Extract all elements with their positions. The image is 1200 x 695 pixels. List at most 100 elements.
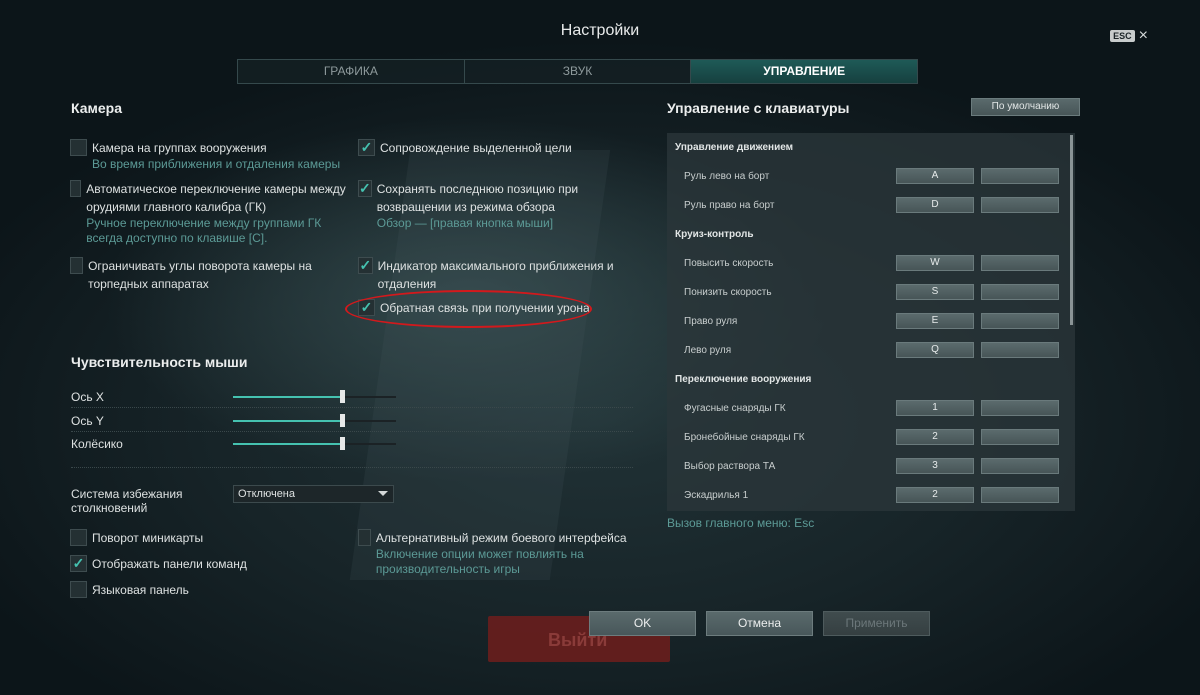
- checkbox-checked[interactable]: [358, 180, 372, 197]
- primary-key-button[interactable]: 1: [896, 400, 974, 416]
- slider-axis-y[interactable]: [233, 414, 396, 427]
- category-label: Переключение вооружения: [675, 374, 812, 385]
- misc-option: Альтернативный режим боевого интерфейса …: [358, 529, 633, 577]
- primary-key-button[interactable]: D: [896, 197, 974, 213]
- slider-fill: [233, 396, 343, 398]
- primary-key-button[interactable]: E: [896, 313, 974, 329]
- option-label: Автоматическое переключение камеры между…: [86, 182, 346, 214]
- camera-option: Ограничивать углы поворота камеры на тор…: [70, 257, 345, 293]
- camera-option: Индикатор максимального приближения и от…: [358, 257, 628, 293]
- binding-row: Понизить скорость S: [667, 278, 1067, 307]
- secondary-key-button[interactable]: [981, 313, 1059, 329]
- checkbox-checked[interactable]: [358, 257, 373, 274]
- tab-controls[interactable]: УПРАВЛЕНИЕ: [691, 60, 918, 83]
- camera-option: Сопровождение выделенной цели: [358, 139, 628, 157]
- secondary-key-button[interactable]: [981, 197, 1059, 213]
- binding-category: Управление движением: [667, 133, 1067, 162]
- binding-row: Выбор раствора ТА 3: [667, 452, 1067, 481]
- checkbox-checked[interactable]: [70, 555, 87, 572]
- slider-row: Ось X: [71, 390, 396, 404]
- secondary-key-button[interactable]: [981, 284, 1059, 300]
- misc-option: Поворот миникарты: [70, 529, 203, 547]
- binding-row: Руль лево на борт A: [667, 162, 1067, 191]
- esc-key-badge: ESC: [1110, 30, 1135, 42]
- secondary-key-button[interactable]: [981, 458, 1059, 474]
- primary-key-button[interactable]: S: [896, 284, 974, 300]
- slider-label: Ось Y: [71, 414, 104, 428]
- option-hint: Обзор — [правая кнопка мыши]: [376, 216, 554, 230]
- mouse-heading: Чувствительность мыши: [71, 354, 248, 370]
- close-control[interactable]: ESC ×: [1110, 28, 1148, 44]
- slider-thumb[interactable]: [340, 414, 346, 427]
- collision-dropdown[interactable]: Отключена: [233, 485, 394, 503]
- divider: [71, 431, 633, 432]
- option-label: Ограничивать углы поворота камеры на тор…: [88, 259, 312, 291]
- binding-row: Эскадрилья 12: [667, 481, 1067, 510]
- dropdown-value: Отключена: [238, 488, 295, 500]
- option-label: Индикатор максимального приближения и от…: [377, 259, 614, 291]
- option-label: Языковая панель: [92, 583, 189, 597]
- misc-option: Языковая панель: [70, 581, 189, 599]
- secondary-key-button[interactable]: [981, 487, 1059, 503]
- primary-key-button[interactable]: 2: [896, 487, 974, 503]
- binding-row: Повысить скорость W: [667, 249, 1067, 278]
- option-hint: Во время приближения и отдаления камеры: [92, 157, 341, 171]
- checkbox[interactable]: [70, 581, 87, 598]
- ok-button[interactable]: OK: [589, 611, 696, 636]
- option-hint: Ручное переключение между группами ГК вс…: [86, 216, 322, 245]
- slider-thumb[interactable]: [340, 390, 346, 403]
- category-label: Управление движением: [675, 142, 794, 153]
- reset-defaults-button[interactable]: По умолчанию: [971, 98, 1080, 116]
- divider: [71, 467, 633, 468]
- slider-label: Ось X: [71, 390, 104, 404]
- keyboard-bindings-list[interactable]: Управление движением Руль лево на борт A Ру…: [667, 133, 1075, 511]
- primary-key-button[interactable]: 3: [896, 458, 974, 474]
- binding-row: Право руля E: [667, 307, 1067, 336]
- binding-row: Руль право на борт D: [667, 191, 1067, 220]
- checkbox[interactable]: [358, 529, 371, 546]
- checkbox[interactable]: [70, 180, 82, 197]
- option-label: Поворот миникарты: [92, 531, 204, 545]
- checkbox[interactable]: [70, 257, 84, 274]
- secondary-key-button[interactable]: [981, 342, 1059, 358]
- binding-row: Фугасные снаряды ГК 1: [667, 394, 1067, 423]
- secondary-key-button[interactable]: [981, 400, 1059, 416]
- collision-label: Система избежания столкновений: [71, 487, 183, 515]
- option-label: Отображать панели команд: [92, 557, 247, 571]
- primary-key-button[interactable]: 2: [896, 429, 974, 445]
- option-label: Сопровождение выделенной цели: [380, 141, 572, 155]
- slider-axis-x[interactable]: [233, 390, 396, 403]
- secondary-key-button[interactable]: [981, 429, 1059, 445]
- secondary-key-button[interactable]: [981, 255, 1059, 271]
- tab-graphics[interactable]: ГРАФИКА: [238, 60, 465, 83]
- highlight-ellipse: [345, 290, 592, 328]
- primary-key-button[interactable]: W: [896, 255, 974, 271]
- scrollbar[interactable]: [1070, 135, 1073, 325]
- slider-fill: [233, 420, 343, 422]
- misc-option: Отображать панели команд: [70, 555, 247, 573]
- apply-button[interactable]: Применить: [823, 611, 930, 636]
- close-icon[interactable]: ×: [1139, 28, 1148, 44]
- checkbox-checked[interactable]: [358, 139, 375, 156]
- camera-option: Камера на группах вооружения Во время пр…: [70, 139, 355, 172]
- checkbox[interactable]: [70, 529, 87, 546]
- slider-thumb[interactable]: [340, 437, 346, 450]
- settings-tabs: ГРАФИКА ЗВУК УПРАВЛЕНИЕ: [237, 59, 918, 84]
- primary-key-button[interactable]: Q: [896, 342, 974, 358]
- menu-hint: Вызов главного меню: Esc: [667, 516, 815, 530]
- divider: [71, 407, 633, 408]
- tab-sound[interactable]: ЗВУК: [465, 60, 692, 83]
- window-title: Настройки: [560, 22, 640, 39]
- slider-label: Колёсико: [71, 437, 123, 451]
- slider-wheel[interactable]: [233, 437, 396, 450]
- binding-category: Круиз-контроль: [667, 220, 1067, 249]
- checkbox[interactable]: [70, 139, 87, 156]
- camera-option: Автоматическое переключение камеры между…: [70, 180, 360, 246]
- slider-fill: [233, 443, 343, 445]
- secondary-key-button[interactable]: [981, 168, 1059, 184]
- primary-key-button[interactable]: A: [896, 168, 974, 184]
- binding-row: Лево руля Q: [667, 336, 1067, 365]
- binding-category: Переключение вооружения: [667, 365, 1067, 394]
- option-label: Сохранять последнюю позицию при возвраще…: [376, 182, 579, 214]
- cancel-button[interactable]: Отмена: [706, 611, 813, 636]
